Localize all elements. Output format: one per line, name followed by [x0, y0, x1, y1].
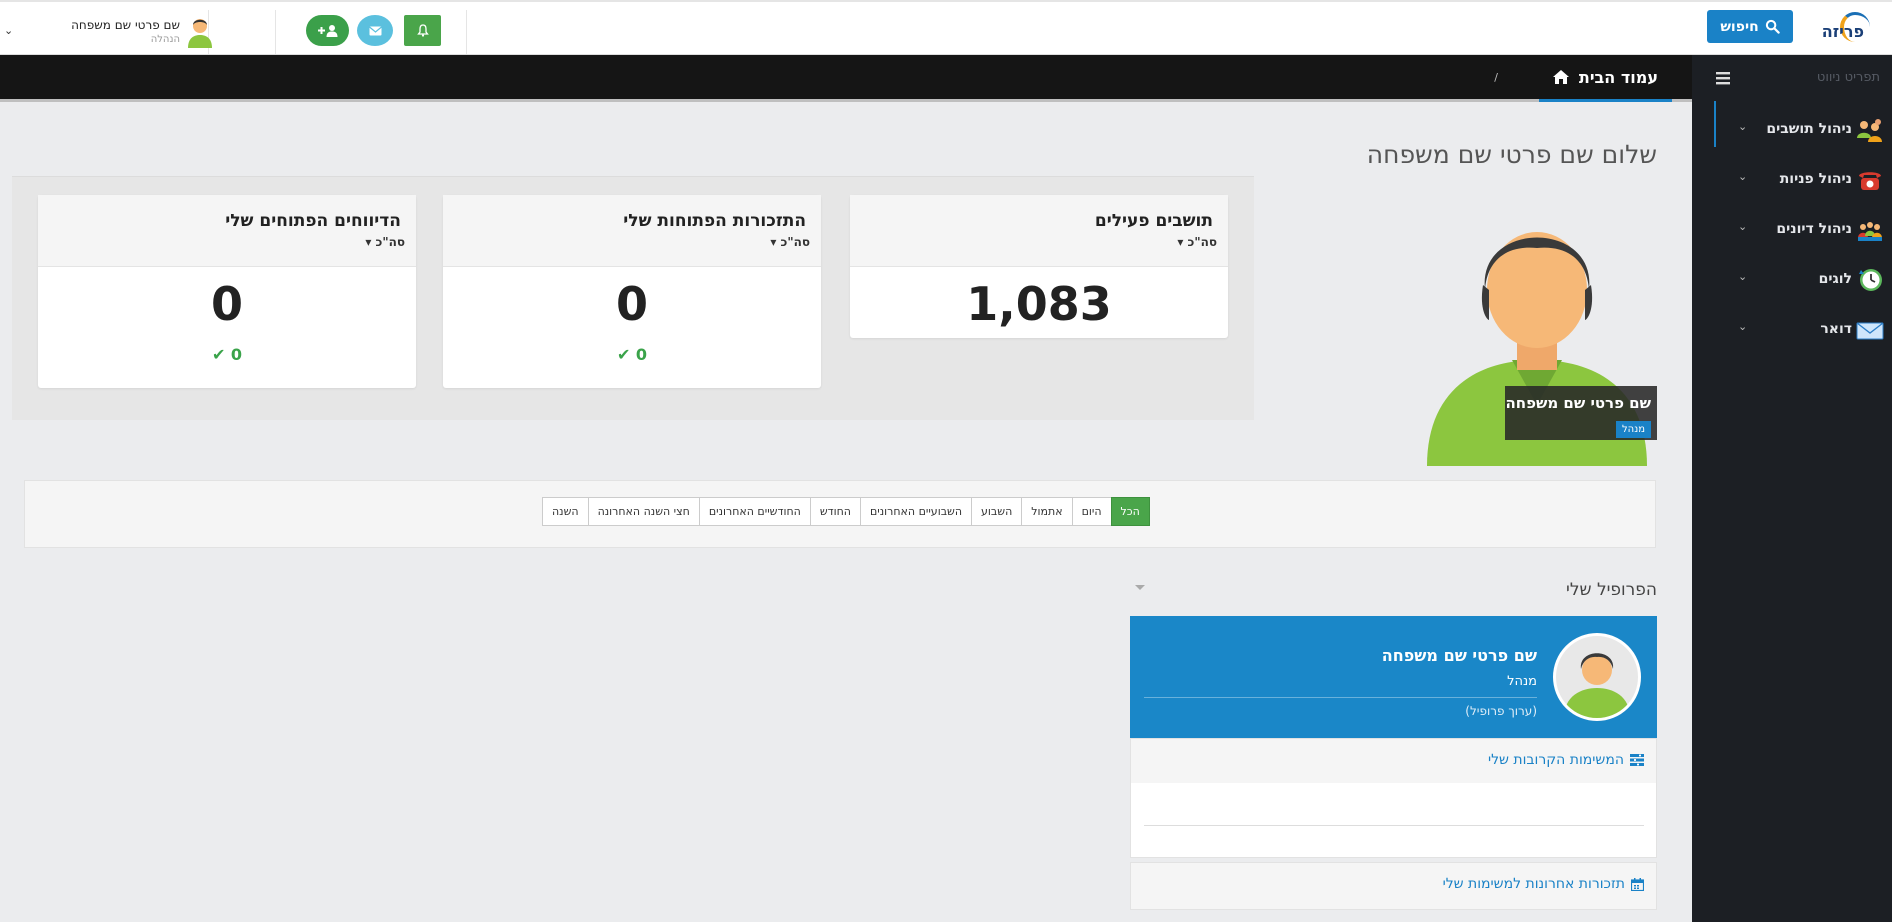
sidebar-title: תפריט ניווט	[1816, 70, 1880, 85]
filter-year[interactable]: השנה	[542, 497, 589, 526]
chevron-down-icon: ⌄	[1738, 270, 1748, 283]
filter-two-weeks[interactable]: השבועיים האחרונים	[860, 497, 973, 526]
mail-icon	[1856, 322, 1884, 340]
date-filter-group: הכל היום אתמול השבוע השבועיים האחרונים ה…	[542, 497, 1150, 526]
filter-two-months[interactable]: החודשיים האחרונים	[698, 497, 811, 526]
add-user-icon	[317, 25, 337, 37]
upcoming-tasks-link[interactable]: המשימות הקרובות שלי	[1488, 752, 1644, 768]
clock-icon	[1859, 269, 1882, 291]
recent-reminders-panel: תזכורות אחרונות למשימות שלי	[1130, 862, 1657, 910]
chevron-down-icon: ⌄	[1738, 170, 1748, 183]
envelope-icon	[368, 26, 382, 35]
search-icon	[1765, 19, 1780, 34]
filter-today[interactable]: היום	[1071, 497, 1112, 526]
profile-card: שם פרטי שם משפחה מנהל (ערוך פרופיל)	[1130, 616, 1657, 738]
sidebar-item-label: ניהול דיונים	[1776, 221, 1852, 237]
breadcrumb: עמוד הבית /	[0, 55, 1730, 102]
stat-value: 1,083	[966, 277, 1112, 331]
user-role: הנהלה	[150, 34, 180, 45]
filter-half-year[interactable]: חצי השנה האחרונה	[587, 497, 700, 526]
breadcrumb-home[interactable]: עמוד הבית	[1538, 55, 1672, 102]
sidebar-item-logs[interactable]: לוגים ⌄	[1714, 258, 1892, 298]
profile-heading: הפרופיל שלי	[1566, 580, 1657, 600]
home-icon	[1552, 70, 1569, 84]
check-icon: ✔	[616, 345, 631, 364]
logo[interactable]: פריזה	[1812, 10, 1872, 50]
avatar	[185, 14, 215, 48]
stat-title: התזכורות הפתוחות שלי	[623, 211, 806, 231]
stat-value: 0	[615, 277, 648, 331]
edit-profile-link[interactable]: (ערוך פרופיל)	[1144, 704, 1537, 718]
divider	[466, 10, 467, 54]
sidebar-item-label: דואר	[1820, 321, 1852, 337]
search-label: חיפוש	[1720, 18, 1759, 35]
filter-week[interactable]: השבוע	[971, 497, 1023, 526]
notifications-button[interactable]	[404, 15, 441, 46]
search-button[interactable]: חיפוש	[1707, 10, 1793, 43]
caret-down-icon: ▾	[1177, 235, 1184, 249]
chevron-down-icon: ⌄	[1738, 220, 1748, 233]
phone-icon	[1859, 172, 1881, 190]
divider	[1144, 825, 1644, 826]
sidebar: תפריט ניווט ניהול תושבים ⌄ ניהול פניות ⌄…	[1692, 55, 1892, 922]
stat-title: הדיווחים הפתוחים שלי	[225, 211, 401, 231]
recent-reminders-link[interactable]: תזכורות אחרונות למשימות שלי	[1443, 876, 1644, 892]
bell-icon	[416, 24, 429, 37]
stat-card-my-reminders[interactable]: התזכורות הפתוחות שלי סה"כ ▾ 0 0 ✔	[443, 195, 821, 388]
chevron-down-icon: ⌄	[1738, 320, 1748, 333]
avatar-caption: שם פרטי שם משפחה מנהל	[1505, 386, 1657, 440]
menu-toggle-icon[interactable]	[1716, 72, 1732, 85]
date-filter-panel: הכל היום אתמול השבוע השבועיים האחרונים ה…	[24, 480, 1656, 548]
caret-down-icon: ▾	[365, 235, 372, 249]
user-menu[interactable]: שם פרטי שם משפחה הנהלה	[35, 14, 215, 50]
meetings-icon	[1858, 222, 1882, 241]
upcoming-tasks-label: המשימות הקרובות שלי	[1487, 752, 1624, 768]
residents-icon	[1857, 119, 1882, 142]
stats-panel: תושבים פעילים סה"כ ▾ 1,083 התזכורות הפתו…	[12, 176, 1254, 420]
stat-subtitle[interactable]: סה"כ ▾	[1177, 235, 1217, 249]
breadcrumb-separator: /	[1494, 71, 1498, 84]
divider	[1144, 697, 1537, 698]
tasks-icon	[1630, 754, 1644, 766]
recent-reminders-label: תזכורות אחרונות למשימות שלי	[1442, 876, 1625, 892]
breadcrumb-home-label: עמוד הבית	[1578, 67, 1658, 87]
caret-down-icon: ▾	[770, 235, 777, 249]
filter-all[interactable]: הכל	[1110, 497, 1150, 526]
stat-done-count: 0 ✔	[211, 345, 243, 364]
add-user-button[interactable]	[306, 15, 349, 46]
stat-subtitle[interactable]: סה"כ ▾	[770, 235, 810, 249]
user-name: שם פרטי שם משפחה	[71, 18, 180, 32]
check-icon: ✔	[211, 345, 226, 364]
stat-card-active-residents[interactable]: תושבים פעילים סה"כ ▾ 1,083	[850, 195, 1228, 338]
filter-month[interactable]: החודש	[809, 497, 861, 526]
messages-button[interactable]	[357, 15, 393, 46]
sidebar-item-residents[interactable]: ניהול תושבים ⌄	[1714, 108, 1892, 148]
stat-value: 0	[210, 277, 243, 331]
sidebar-item-mail[interactable]: דואר ⌄	[1714, 308, 1892, 348]
stat-card-my-reports[interactable]: הדיווחים הפתוחים שלי סה"כ ▾ 0 0 ✔	[38, 195, 416, 388]
role-badge: מנהל	[1615, 421, 1651, 438]
sidebar-item-meetings[interactable]: ניהול דיונים ⌄	[1714, 208, 1892, 248]
stat-subtitle[interactable]: סה"כ ▾	[365, 235, 405, 249]
page-title: שלום שם פרטי שם משפחה	[1366, 140, 1657, 169]
divider	[275, 10, 276, 54]
avatar-caption-name: שם פרטי שם משפחה	[1505, 394, 1651, 412]
calendar-icon	[1631, 877, 1644, 891]
chevron-down-icon: ⌄	[1738, 120, 1748, 133]
sidebar-item-label: ניהול תושבים	[1766, 121, 1852, 137]
avatar	[1553, 633, 1641, 721]
sidebar-item-inquiries[interactable]: ניהול פניות ⌄	[1714, 158, 1892, 198]
filter-yesterday[interactable]: אתמול	[1021, 497, 1073, 526]
chevron-down-icon[interactable]: ⌄	[4, 24, 13, 37]
collapse-caret-icon[interactable]	[1135, 585, 1145, 590]
sidebar-item-label: ניהול פניות	[1779, 171, 1852, 187]
stat-done-count: 0 ✔	[616, 345, 648, 364]
profile-role: מנהל	[1507, 674, 1537, 689]
sidebar-item-label: לוגים	[1818, 271, 1852, 287]
stat-title: תושבים פעילים	[1094, 211, 1213, 231]
top-bar: פריזה חיפוש שם פרטי שם משפחה הנהלה ⌄	[0, 0, 1892, 55]
logo-text: פריזה	[1821, 22, 1864, 41]
profile-name: שם פרטי שם משפחה	[1381, 646, 1537, 665]
upcoming-tasks-panel: המשימות הקרובות שלי	[1130, 738, 1657, 858]
